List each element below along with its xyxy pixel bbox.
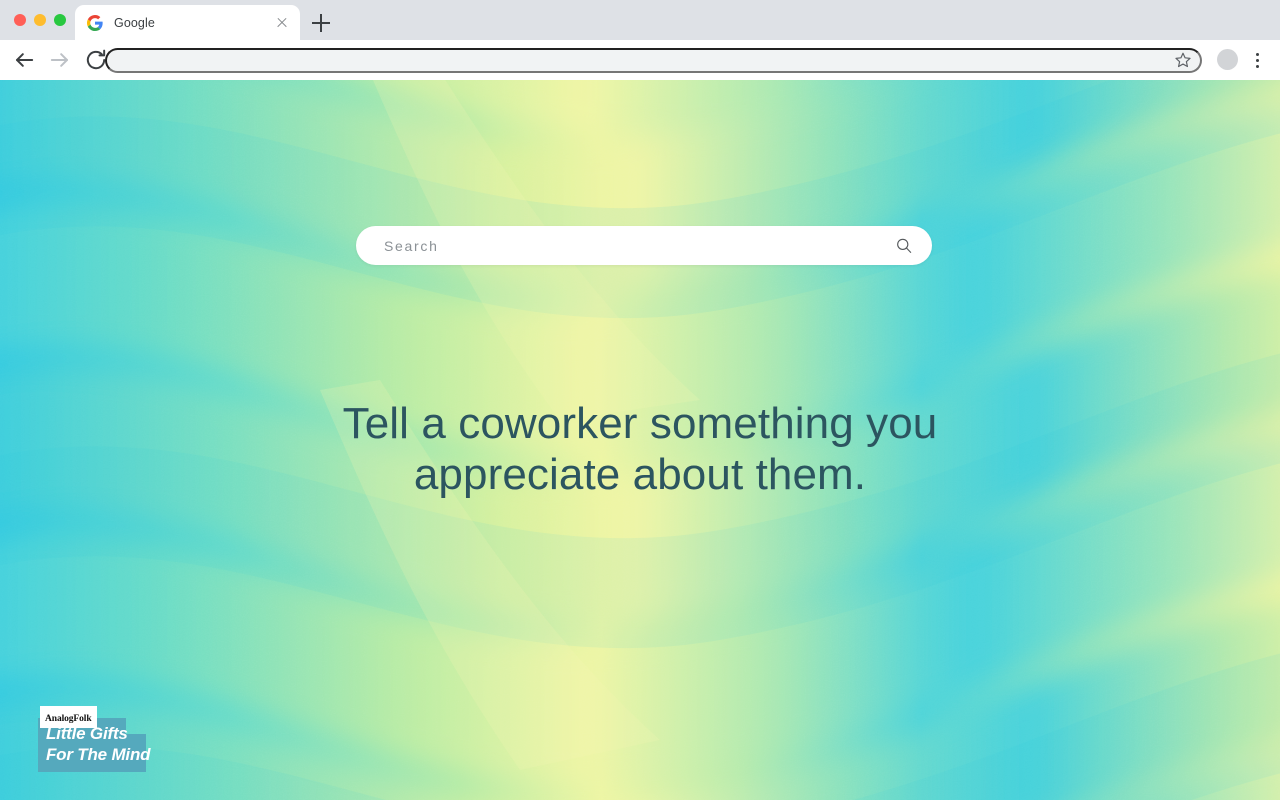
new-tab-button[interactable] [310,12,332,34]
maximize-window-button[interactable] [54,14,66,26]
search-box[interactable] [356,226,932,265]
browser-toolbar [0,40,1280,80]
logo-tagline-line-2: For The Mind [46,745,151,764]
quote-line-1: Tell a coworker something you [342,399,938,448]
logo-tagline: Little Gifts For The Mind [46,723,151,765]
kebab-menu-icon[interactable] [1248,50,1266,70]
window-controls [14,14,66,26]
quote-line-2: appreciate about them. [413,450,867,499]
logo-tagline-line-1: Little Gifts [46,724,128,743]
browser-chrome: Google [0,0,1280,80]
forward-arrow-icon [46,46,74,74]
search-input[interactable] [384,226,886,265]
new-tab-page: Tell a coworker something you appreciate… [0,80,1280,800]
close-window-button[interactable] [14,14,26,26]
google-g-icon [87,14,103,31]
tab-strip: Google [0,0,1280,40]
browser-window: Google Search Tell a coworker something … [0,0,1280,800]
close-icon[interactable] [274,15,290,31]
back-arrow-icon[interactable] [10,46,38,74]
tab-google[interactable]: Google [75,5,300,40]
address-bar[interactable] [105,48,1202,73]
quote-text: Tell a coworker something you appreciate… [0,398,1280,500]
analogfolk-logo[interactable]: AnalogFolk Little Gifts For The Mind [38,704,151,772]
minimize-window-button[interactable] [34,14,46,26]
star-icon[interactable] [1174,51,1192,69]
tab-title: Google [114,15,155,30]
search-bar[interactable] [356,226,932,265]
magnifier-icon[interactable] [894,236,914,256]
avatar[interactable] [1217,49,1238,70]
